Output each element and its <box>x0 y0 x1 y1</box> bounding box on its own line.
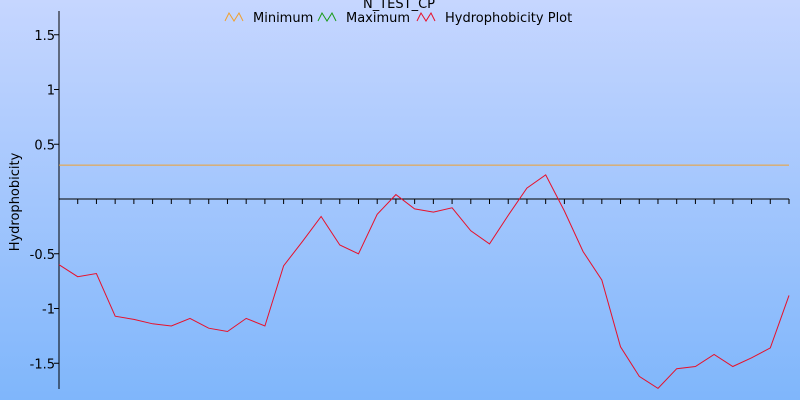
y-tick-label: -0.5 <box>30 248 55 263</box>
y-tick-label: 1.5 <box>34 29 55 44</box>
legend-label-maximum: Maximum <box>346 11 410 26</box>
chart-legend: Minimum Maximum Hydrophobicity Plot <box>224 11 572 26</box>
y-tick-label: -1 <box>42 303 55 318</box>
chart-background <box>0 0 800 400</box>
y-tick-label: -1.5 <box>30 357 55 372</box>
hydrophobicity-chart: N_TEST_CP Minimum Maximum Hydrophobicity P… <box>0 0 800 400</box>
legend-label-hydrophobicity-plot: Hydrophobicity Plot <box>445 11 572 26</box>
y-tick-label: 1 <box>47 84 55 99</box>
chart-svg: N_TEST_CP Minimum Maximum Hydrophobicity P… <box>0 0 800 400</box>
y-axis-label: Hydrophobicity <box>8 152 23 251</box>
legend-label-minimum: Minimum <box>253 11 313 26</box>
y-tick-label: 0.5 <box>34 138 55 153</box>
